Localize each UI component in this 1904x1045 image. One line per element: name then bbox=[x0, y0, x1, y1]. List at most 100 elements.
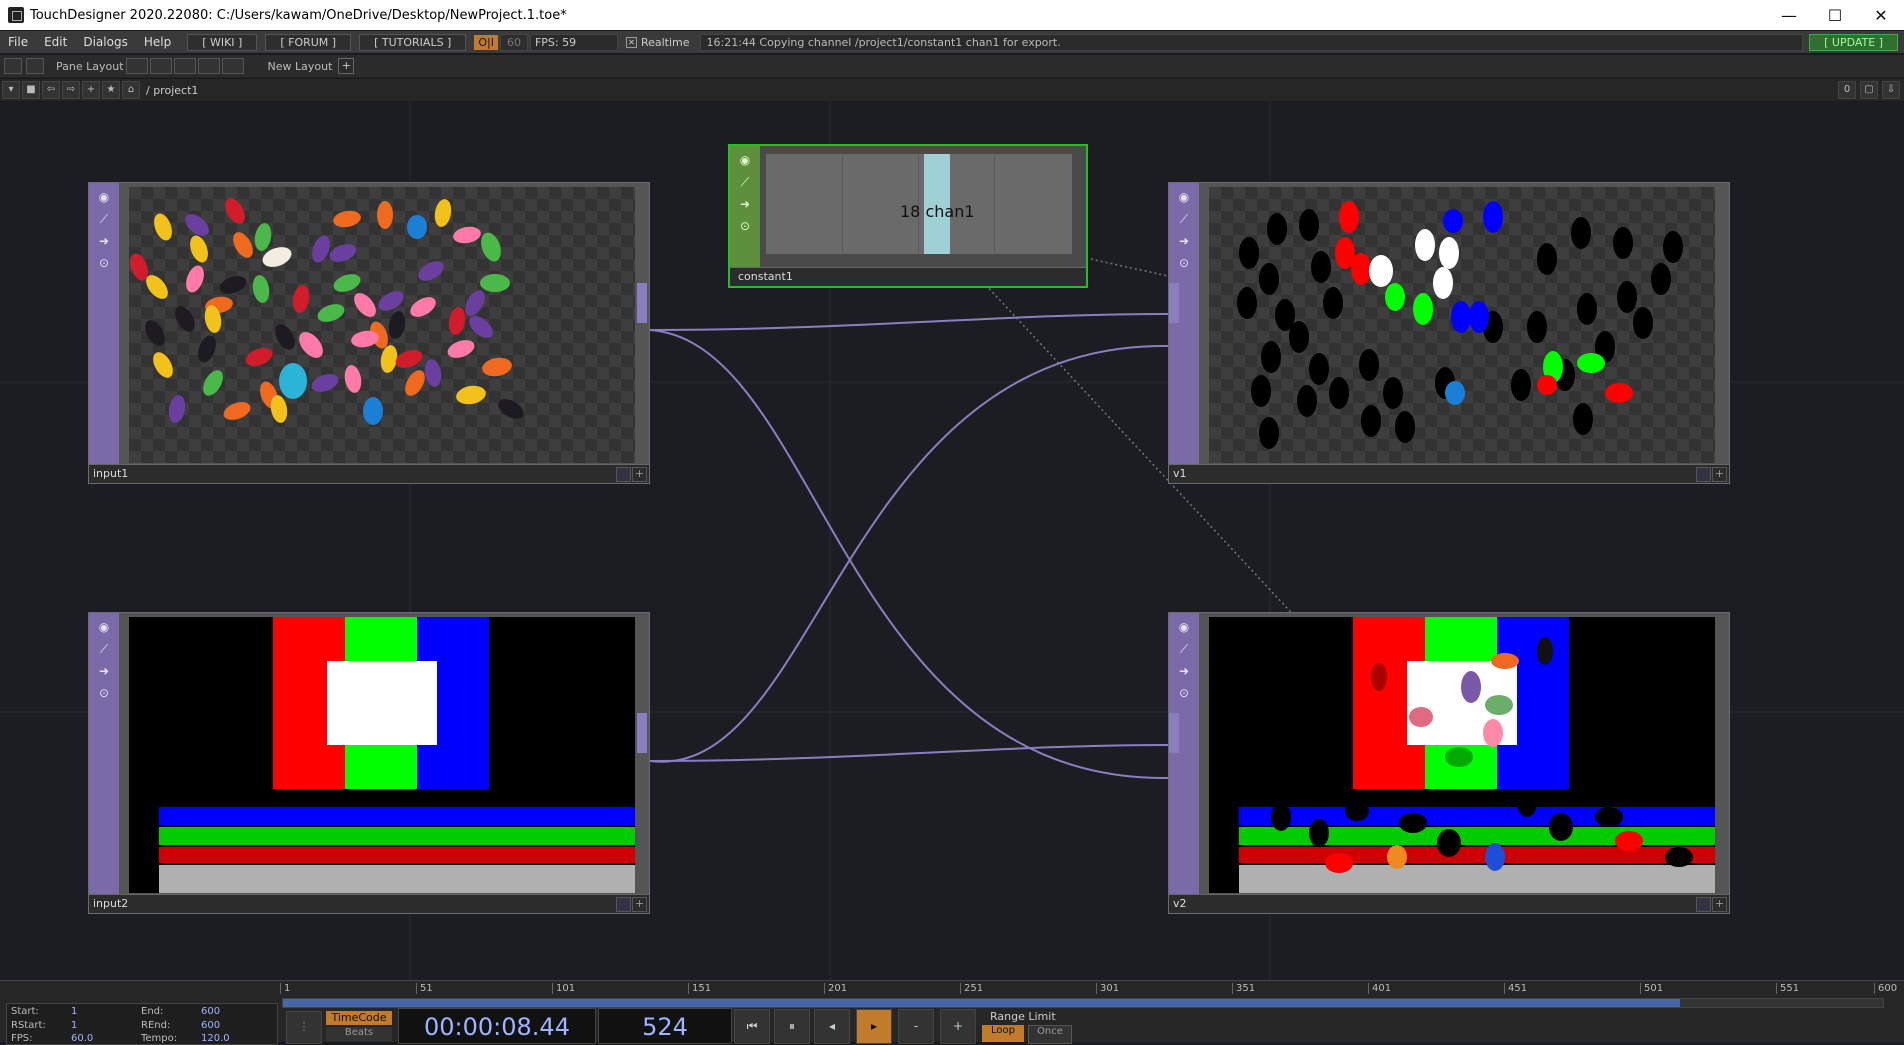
node-add-icon[interactable]: + bbox=[1712, 467, 1727, 482]
export-icon[interactable]: ➜ bbox=[1176, 233, 1192, 249]
import-icon[interactable]: ⇩ bbox=[1882, 81, 1900, 99]
pause-icon[interactable]: ⏸ bbox=[774, 1009, 810, 1044]
graph-icon[interactable]: ⟋ bbox=[737, 174, 753, 190]
tutorials-button[interactable]: [ TUTORIALS ] bbox=[359, 33, 467, 51]
maximize-button[interactable]: ☐ bbox=[1812, 0, 1858, 30]
add-icon[interactable]: + bbox=[82, 81, 100, 99]
checkbox-icon[interactable]: ✕ bbox=[625, 36, 637, 48]
export-icon[interactable]: ➜ bbox=[96, 233, 112, 249]
top-node-input2[interactable]: ◉ ⟋ ➜ ⊙ input2 + bbox=[88, 612, 650, 914]
lock-icon[interactable]: ⊙ bbox=[737, 218, 753, 234]
node-add-icon[interactable]: + bbox=[632, 897, 647, 912]
pane-image-icon[interactable] bbox=[4, 58, 22, 74]
wiki-button[interactable]: [ WIKI ] bbox=[187, 33, 258, 51]
fps-cap[interactable]: 60 bbox=[499, 33, 528, 51]
graph-icon[interactable]: ⟋ bbox=[1176, 641, 1192, 657]
frame-display[interactable]: 524 bbox=[598, 1008, 732, 1044]
menu-edit[interactable]: Edit bbox=[36, 35, 75, 49]
v2-viewer[interactable] bbox=[1209, 617, 1715, 893]
add-layout-button[interactable]: + bbox=[338, 58, 355, 74]
menu-file[interactable]: File bbox=[0, 35, 36, 49]
timeline-options-button[interactable]: ⋮ bbox=[286, 1011, 322, 1044]
export-icon[interactable]: ➜ bbox=[96, 663, 112, 679]
lock-icon[interactable]: ⊙ bbox=[1176, 685, 1192, 701]
constant1-channel-viewer[interactable]: 18 chan1 bbox=[766, 154, 1072, 254]
realtime-toggle[interactable]: ✕ Realtime bbox=[625, 36, 690, 49]
dropdown-icon[interactable]: ▾ bbox=[2, 81, 20, 99]
home-icon[interactable]: ⌂ bbox=[122, 81, 140, 99]
node-name-constant1[interactable]: constant1 bbox=[738, 270, 793, 283]
v2-input-connector[interactable] bbox=[1169, 713, 1179, 753]
input2-viewer[interactable] bbox=[129, 617, 635, 893]
bookmark-icon[interactable]: ★ bbox=[102, 81, 120, 99]
top-node-input1[interactable]: ◉ ⟋ ➜ ⊙ input1 + bbox=[88, 182, 650, 484]
node-name-v1[interactable]: v1 bbox=[1173, 467, 1187, 480]
end-value[interactable]: 600 bbox=[201, 1006, 220, 1017]
viewer-icon[interactable]: ◉ bbox=[1176, 189, 1192, 205]
stop-icon[interactable]: ■ bbox=[22, 81, 40, 99]
network-path[interactable]: / project1 bbox=[146, 84, 198, 97]
node-flag-icon[interactable] bbox=[616, 897, 631, 912]
menu-dialogs[interactable]: Dialogs bbox=[75, 35, 135, 49]
node-add-icon[interactable]: + bbox=[1712, 897, 1727, 912]
export-icon[interactable]: ➜ bbox=[737, 196, 753, 212]
window-icon[interactable]: ▢ bbox=[1860, 81, 1878, 99]
node-flag-icon[interactable] bbox=[1696, 897, 1711, 912]
forum-button[interactable]: [ FORUM ] bbox=[265, 33, 352, 51]
tempo-value[interactable]: 120.0 bbox=[201, 1033, 230, 1044]
chop-node-constant1[interactable]: ◉ ⟋ ➜ ⊙ 18 chan1 constant1 bbox=[728, 144, 1088, 288]
layout-three-icon[interactable] bbox=[197, 58, 220, 74]
play-icon[interactable]: ▸ bbox=[856, 1009, 892, 1044]
start-value[interactable]: 1 bbox=[71, 1006, 77, 1017]
graph-icon[interactable]: ⟋ bbox=[96, 641, 112, 657]
top-node-v1[interactable]: ◉ ⟋ ➜ ⊙ v1 + bbox=[1168, 182, 1730, 484]
graph-icon[interactable]: ⟋ bbox=[1176, 211, 1192, 227]
layout-four-icon[interactable] bbox=[221, 58, 244, 74]
rewind-icon[interactable]: ⏮ bbox=[734, 1009, 770, 1044]
node-flag-icon[interactable] bbox=[1696, 467, 1711, 482]
viewer-icon[interactable]: ◉ bbox=[96, 189, 112, 205]
viewer-icon[interactable]: ◉ bbox=[96, 619, 112, 635]
rstart-value[interactable]: 1 bbox=[71, 1020, 77, 1031]
lock-icon[interactable]: ⊙ bbox=[96, 685, 112, 701]
minimize-button[interactable]: — bbox=[1766, 0, 1812, 30]
step-back-icon[interactable]: ◂ bbox=[814, 1009, 850, 1044]
layout-single-icon[interactable] bbox=[125, 58, 148, 74]
export-icon[interactable]: ➜ bbox=[1176, 663, 1192, 679]
timecode-mode-button[interactable]: TimeCode bbox=[326, 1011, 392, 1025]
pane-network-icon[interactable] bbox=[26, 58, 44, 74]
viewer-icon[interactable]: ◉ bbox=[737, 152, 753, 168]
oi-toggle[interactable]: O|I bbox=[474, 34, 498, 50]
node-name-input2[interactable]: input2 bbox=[93, 897, 128, 910]
node-name-input1[interactable]: input1 bbox=[93, 467, 128, 480]
top-node-v2[interactable]: ◉ ⟋ ➜ ⊙ v2 + bbox=[1168, 612, 1730, 914]
node-flag-icon[interactable] bbox=[616, 467, 631, 482]
step-minus-icon[interactable]: - bbox=[898, 1009, 934, 1044]
timeline-scrubber[interactable] bbox=[282, 998, 1884, 1008]
timeline-ruler[interactable]: 1 51 101 151 201 251 301 351 401 451 501… bbox=[280, 983, 1904, 997]
once-button[interactable]: Once bbox=[1028, 1025, 1072, 1044]
update-button[interactable]: [ UPDATE ] bbox=[1809, 33, 1898, 51]
v1-input-connector[interactable] bbox=[1169, 283, 1179, 323]
input1-output-connector[interactable] bbox=[637, 283, 647, 323]
close-button[interactable]: ✕ bbox=[1858, 0, 1904, 30]
loop-button[interactable]: Loop bbox=[982, 1025, 1024, 1042]
layout-split-v-icon[interactable] bbox=[149, 58, 172, 74]
timecode-display[interactable]: 00:00:08.44 bbox=[398, 1008, 596, 1044]
v1-viewer[interactable] bbox=[1209, 187, 1715, 463]
layout-split-h-icon[interactable] bbox=[173, 58, 196, 74]
node-name-v2[interactable]: v2 bbox=[1173, 897, 1187, 910]
fps-value[interactable]: 60.0 bbox=[71, 1033, 93, 1044]
beats-mode-button[interactable]: Beats bbox=[326, 1027, 392, 1041]
input1-viewer[interactable] bbox=[129, 187, 635, 463]
network-editor[interactable]: ◉ ⟋ ➜ ⊙ input1 + ◉ ⟋ ➜ ⊙ input2 + ◉ ⟋ ➜ … bbox=[0, 102, 1904, 980]
node-add-icon[interactable]: + bbox=[632, 467, 647, 482]
forward-icon[interactable]: ⇨ bbox=[62, 81, 80, 99]
rend-value[interactable]: 600 bbox=[201, 1020, 220, 1031]
menu-help[interactable]: Help bbox=[136, 35, 179, 49]
input2-output-connector[interactable] bbox=[637, 713, 647, 753]
graph-icon[interactable]: ⟋ bbox=[96, 211, 112, 227]
step-plus-icon[interactable]: + bbox=[940, 1009, 976, 1044]
lock-icon[interactable]: ⊙ bbox=[1176, 255, 1192, 271]
lock-icon[interactable]: ⊙ bbox=[96, 255, 112, 271]
